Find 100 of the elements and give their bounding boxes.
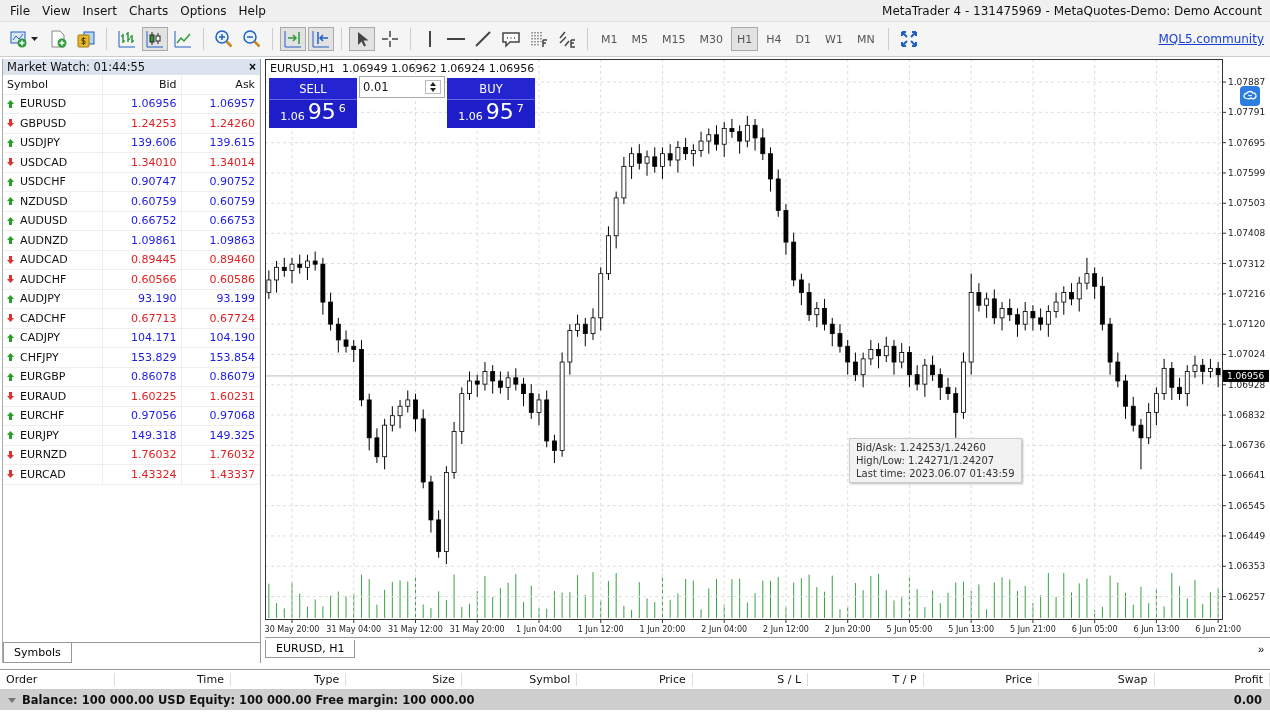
ask-price: 1.06957	[181, 94, 260, 114]
trend-line-icon	[473, 29, 493, 49]
spin-up-icon[interactable]	[430, 82, 436, 86]
symbol-name[interactable]: EURJPY	[20, 428, 59, 442]
candlestick	[1200, 358, 1206, 385]
column-header: Bid	[103, 75, 182, 95]
candlestick	[976, 282, 982, 313]
timeframe-button[interactable]: M5	[625, 27, 654, 51]
timeframe-button[interactable]: MN	[850, 27, 881, 51]
lot-size-field[interactable]: 0.01	[359, 76, 445, 98]
sell-button[interactable]: SELL	[269, 78, 357, 100]
dollar-windows-icon	[76, 29, 96, 49]
candlestick	[636, 143, 642, 170]
timeframe-button[interactable]: M1	[595, 27, 624, 51]
menu-item[interactable]: Help	[232, 3, 272, 18]
menu-item[interactable]: Options	[174, 3, 233, 18]
time-axis-label: 2 Jun 04:00	[701, 625, 748, 634]
symbol-name[interactable]: AUDNZD	[20, 233, 69, 247]
ask-price: 1.24260	[181, 114, 260, 134]
buy-button[interactable]: BUY	[447, 78, 535, 100]
symbol-name[interactable]: EURCHF	[20, 409, 65, 423]
timeframe-button[interactable]: H4	[760, 27, 788, 51]
candlestick	[1053, 292, 1059, 319]
time-axis-label: 31 May 12:00	[388, 625, 443, 634]
zoom-out-icon	[242, 29, 262, 49]
symbol-name[interactable]: AUDCAD	[20, 253, 68, 267]
candlestick	[760, 127, 766, 161]
toolbar-button[interactable]	[349, 27, 375, 51]
ask-price: 0.86079	[181, 367, 260, 387]
candlestick	[297, 254, 303, 275]
candlestick	[536, 393, 542, 426]
symbol-name[interactable]: AUDJPY	[20, 292, 61, 306]
ask-price: 149.325	[181, 426, 260, 446]
column-header: T / P	[808, 673, 924, 686]
symbol-name[interactable]: EURAUD	[20, 389, 67, 403]
ask-price: 0.89460	[181, 250, 260, 270]
timeframe-button[interactable]: H1	[731, 27, 759, 51]
new-chart-icon	[9, 29, 29, 49]
candlestick	[837, 323, 843, 354]
symbol-name[interactable]: AUDCHF	[20, 272, 67, 286]
community-link[interactable]: MQL5.community	[1158, 32, 1264, 46]
symbol-name[interactable]: USDJPY	[20, 136, 60, 150]
menu-item[interactable]: File	[4, 3, 37, 18]
toolbar-button[interactable]	[142, 27, 168, 51]
timeframe-button[interactable]: M30	[693, 27, 729, 51]
candlestick	[467, 371, 472, 401]
column-header: Symbol	[461, 673, 578, 686]
symbol-name[interactable]: AUDUSD	[20, 214, 68, 228]
symbol-name[interactable]: EURGBP	[20, 370, 66, 384]
symbol-name[interactable]: CADJPY	[20, 331, 61, 345]
spin-down-icon[interactable]	[430, 88, 436, 92]
price-axis-label: 1.07120	[1228, 319, 1266, 330]
chart-tab[interactable]: EURUSD, H1	[265, 640, 356, 658]
ask-price: 1.34014	[181, 153, 260, 173]
column-header: Time	[115, 673, 231, 686]
ask-price: 0.97068	[181, 406, 260, 426]
symbol-name[interactable]: EURCAD	[20, 467, 66, 481]
symbol-name[interactable]: USDCHF	[20, 175, 66, 189]
candlestick	[389, 405, 395, 432]
price-axis-label: 1.06928	[1228, 379, 1266, 390]
candlestick	[1184, 364, 1190, 407]
bid-price: 104.171	[103, 328, 182, 348]
timeframe-button[interactable]: W1	[819, 27, 849, 51]
candlestick	[953, 386, 959, 439]
timeframe-button[interactable]: M15	[656, 27, 692, 51]
time-axis-label: 31 May 20:00	[449, 625, 505, 634]
column-header: Price	[923, 673, 1040, 686]
collapse-icon[interactable]	[8, 696, 16, 704]
price-axis-label: 1.07503	[1228, 198, 1266, 209]
close-button[interactable]: ×	[249, 60, 256, 74]
more-tabs-button[interactable]: »	[1251, 642, 1270, 656]
price-axis-label: 1.07791	[1228, 107, 1266, 118]
zoom-in-icon	[214, 29, 234, 49]
column-header: Symbol	[3, 75, 103, 95]
column-header: Type	[230, 673, 347, 686]
candlestick	[652, 146, 658, 174]
profit-total: 0.00	[1233, 693, 1262, 707]
symbol-name[interactable]: CADCHF	[20, 311, 66, 325]
time-axis-label: 5 Jun 05:00	[886, 625, 933, 634]
menu-item[interactable]: Insert	[76, 3, 123, 18]
symbol-name[interactable]: USDCAD	[20, 155, 68, 169]
symbol-name[interactable]: EURUSD	[20, 97, 67, 111]
column-header: S / L	[692, 673, 809, 686]
menu-item[interactable]: View	[36, 3, 77, 18]
price-axis-label: 1.07312	[1228, 258, 1266, 269]
timeframe-button[interactable]: D1	[789, 27, 818, 51]
candlestick	[899, 342, 905, 369]
chart-header: EURUSD,H1 1.06949 1.06962 1.06924 1.06956	[270, 62, 535, 75]
candlestick	[922, 358, 928, 398]
symbol-name[interactable]: EURNZD	[20, 448, 67, 462]
time-axis-label: 5 Jun 21:00	[1010, 625, 1056, 634]
column-header: Size	[346, 673, 462, 686]
symbol-name[interactable]: GBPUSD	[20, 116, 67, 130]
bid-price: 0.86078	[103, 367, 182, 387]
symbol-name[interactable]: NZDUSD	[20, 194, 68, 208]
candlestick	[590, 307, 596, 341]
symbol-name[interactable]: CHFJPY	[20, 350, 59, 364]
panel-tab[interactable]: Symbols	[3, 643, 72, 663]
menu-item[interactable]: Charts	[123, 3, 175, 18]
ask-price: 0.67724	[181, 309, 260, 329]
